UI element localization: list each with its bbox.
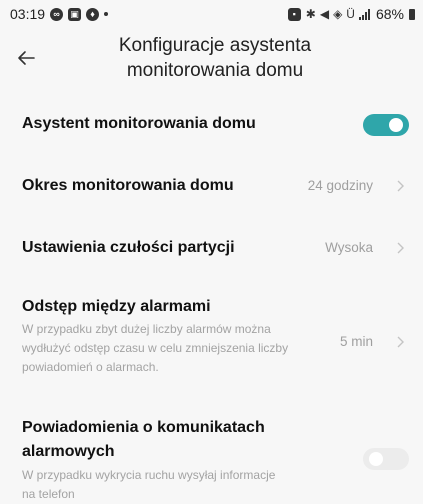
status-bar-right: ▪ ✱ ◀ ◈ Ü 68%	[287, 6, 415, 22]
sensitivity-value: Wysoka	[325, 240, 373, 255]
sensitivity-title: Ustawienia czułości partycji	[22, 239, 235, 256]
alarm-notifications-toggle[interactable]	[363, 448, 409, 470]
battery-level: 68%	[375, 6, 404, 22]
toggle-knob	[389, 118, 403, 132]
volte-icon: ◀	[319, 7, 329, 21]
alarm-interval-title: Odstęp między alarmami	[22, 298, 211, 315]
chevron-right-icon	[397, 336, 404, 348]
chevron-right-icon	[397, 180, 404, 192]
monitoring-period-value: 24 godziny	[307, 178, 373, 193]
monitoring-period-row[interactable]: Okres monitorowania domu 24 godziny	[0, 164, 423, 208]
toggle-knob	[369, 452, 383, 466]
page-title: Konfiguracje asystenta monitorowania dom…	[118, 35, 312, 81]
status-time: 03:19	[10, 6, 46, 22]
settings-screen: 03:19 ∞ ▣ ♦ ▪ ✱ ◀ ◈ Ü 68% Konfiguracje a…	[0, 0, 423, 504]
assistant-toggle-row[interactable]: Asystent monitorowania domu	[0, 104, 423, 148]
assistant-title: Asystent monitorowania domu	[22, 115, 256, 132]
gallery-icon: ▣	[68, 7, 82, 21]
monitoring-period-title: Okres monitorowania domu	[22, 177, 234, 194]
assistant-toggle[interactable]	[363, 114, 409, 136]
alarm-notifications-row[interactable]: Powiadomienia o komunikatach alarmowych …	[0, 408, 423, 504]
signal-icon	[358, 8, 370, 20]
wifi-icon: ◈	[333, 7, 342, 21]
alarm-interval-description: W przypadku zbyt dużej liczby alarmów mo…	[22, 322, 289, 374]
app-notification-icon: ♦	[86, 7, 100, 21]
sensitivity-row[interactable]: Ustawienia czułości partycji Wysoka	[0, 226, 423, 270]
chevron-right-icon	[397, 242, 404, 254]
app-bar: Konfiguracje asystenta monitorowania dom…	[0, 28, 423, 88]
network-label: Ü	[346, 7, 355, 21]
alarm-interval-value: 5 min	[339, 334, 373, 349]
bluetooth-icon: ✱	[305, 7, 316, 21]
alarm-notifications-description: W przypadku wykrycia ruchu wysyłaj infor…	[22, 468, 276, 501]
status-bar: 03:19 ∞ ▣ ♦ ▪ ✱ ◀ ◈ Ü 68%	[0, 0, 423, 28]
alarm-notifications-title: Powiadomienia o komunikatach alarmowych	[22, 419, 265, 460]
back-arrow-icon[interactable]	[14, 46, 38, 70]
alarm-interval-row[interactable]: Odstęp między alarmami W przypadku zbyt …	[0, 290, 423, 386]
status-bar-left: 03:19 ∞ ▣ ♦	[10, 6, 109, 22]
more-notifications-icon	[104, 12, 109, 16]
battery-icon	[409, 8, 415, 20]
silent-mode-icon: ▪	[287, 7, 301, 21]
data-saver-icon: ∞	[50, 7, 64, 21]
